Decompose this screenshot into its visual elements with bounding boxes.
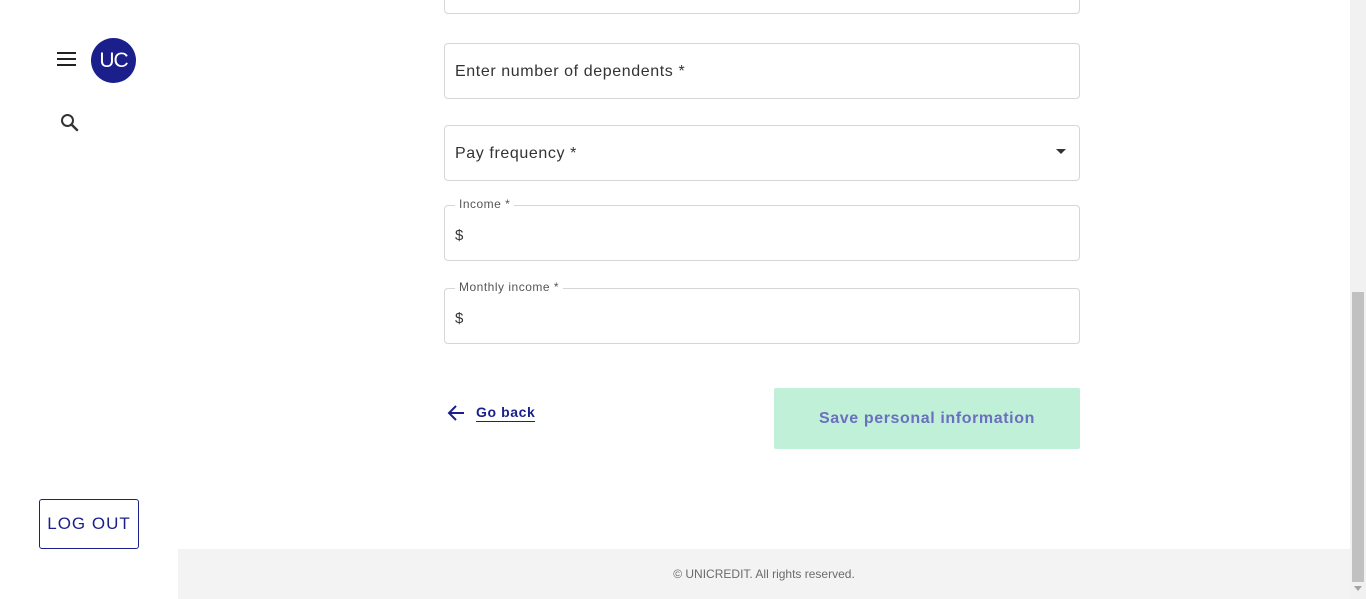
main-content: Enter number of dependents * Pay frequen… [178,0,1350,549]
go-back-label[interactable]: Go back [476,404,536,422]
hamburger-menu-icon[interactable] [56,49,78,69]
scroll-down-arrow-icon[interactable] [1354,586,1362,591]
search-icon[interactable] [59,112,81,134]
income-field[interactable]: Income * $ [444,197,1080,261]
arrow-left-icon [447,405,464,421]
previous-field[interactable] [444,0,1080,14]
footer: © UNICREDIT. All rights reserved. [178,549,1350,599]
pay-frequency-select[interactable]: Pay frequency * [444,125,1080,181]
logout-button[interactable]: LOG OUT [39,499,139,549]
monthly-income-field[interactable]: Monthly income * $ [444,280,1080,344]
go-back-link[interactable]: Go back [446,403,536,423]
income-label: Income * [455,197,515,211]
pay-frequency-placeholder: Pay frequency * [455,145,577,162]
save-personal-information-button[interactable]: Save personal information [774,388,1080,449]
sidebar: UC LOG OUT [0,0,178,599]
dependents-placeholder: Enter number of dependents * [455,63,686,80]
monthly-income-currency-prefix: $ [455,310,464,327]
income-currency-prefix: $ [455,227,464,244]
chevron-down-icon[interactable] [1056,149,1066,154]
copyright-text: © UNICREDIT. All rights reserved. [673,567,855,581]
scrollbar[interactable] [1350,0,1366,599]
monthly-income-label: Monthly income * [455,280,564,294]
dependents-field[interactable]: Enter number of dependents * [444,43,1080,99]
scrollbar-thumb[interactable] [1352,292,1364,582]
avatar[interactable]: UC [91,38,136,83]
